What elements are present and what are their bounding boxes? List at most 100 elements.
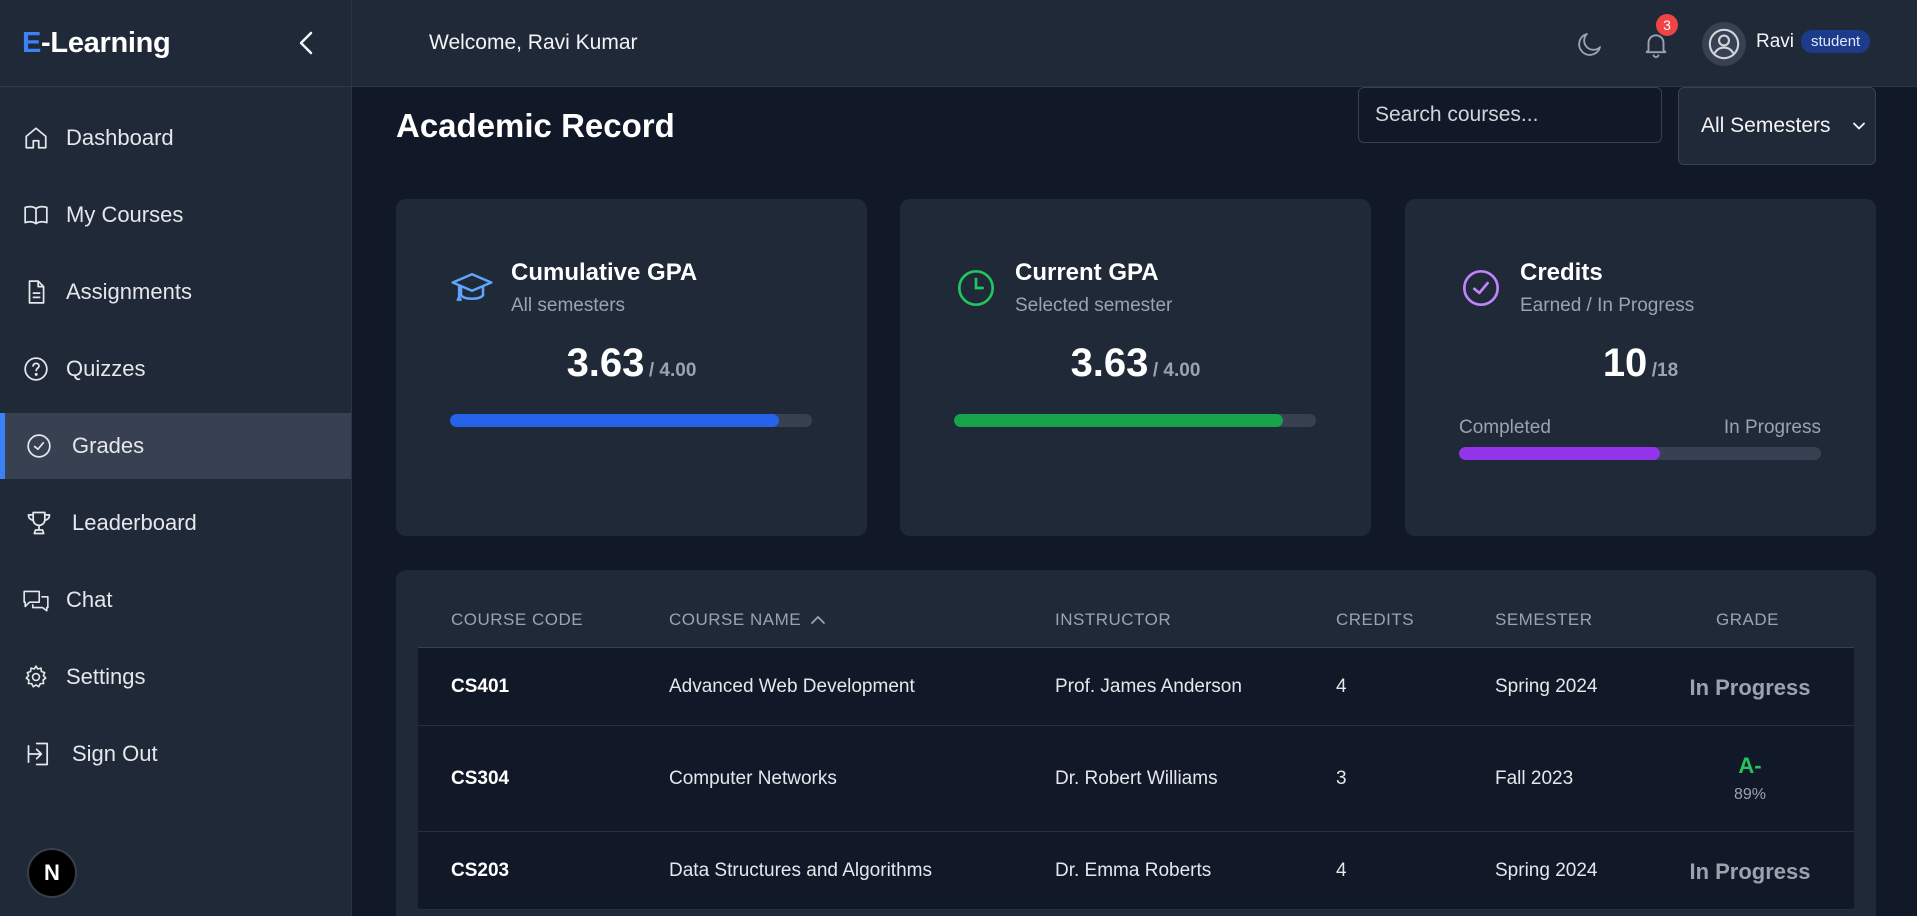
sidebar-item-grades[interactable]: Grades <box>0 413 351 479</box>
sign-out-icon <box>25 740 53 768</box>
credits-value: 10 /18 <box>1405 341 1876 386</box>
column-header-instructor[interactable]: INSTRUCTOR <box>1055 610 1171 630</box>
semester: Fall 2023 <box>1495 768 1574 789</box>
column-header-credits[interactable]: CREDITS <box>1336 610 1414 630</box>
gpa-progress-fill <box>954 414 1283 427</box>
semester-select[interactable]: All Semesters <box>1678 87 1876 165</box>
card-title: Current GPA <box>1015 259 1159 286</box>
table-row[interactable]: CS304 Computer Networks Dr. Robert Willi… <box>418 726 1854 832</box>
credits: 3 <box>1336 768 1347 789</box>
instructor: Prof. James Anderson <box>1055 676 1242 697</box>
chat-bubbles-icon <box>22 586 50 614</box>
role-badge: student <box>1801 30 1871 53</box>
gpa-progress-bar <box>450 414 812 427</box>
sidebar-item-label: Quizzes <box>66 356 146 381</box>
sidebar-item-settings[interactable]: Settings <box>0 644 351 710</box>
sidebar-item-label: Leaderboard <box>72 510 197 535</box>
sidebar-item-sign-out[interactable]: Sign Out <box>0 721 351 787</box>
sidebar-item-label: My Courses <box>66 202 184 227</box>
grades-table: COURSE CODE COURSE NAME INSTRUCTOR CREDI… <box>396 570 1876 916</box>
notifications-button[interactable]: 3 <box>1636 14 1678 64</box>
welcome-message: Welcome, Ravi Kumar <box>429 31 638 54</box>
credits-progress-fill <box>1459 447 1661 460</box>
sidebar-item-label: Chat <box>66 587 113 612</box>
credits-progress-bar <box>1459 447 1821 460</box>
gpa-number: 3.63 <box>566 341 645 385</box>
table-row[interactable]: CS401 Advanced Web Development Prof. Jam… <box>418 648 1854 726</box>
page-title: Academic Record <box>396 107 675 144</box>
grade-letter: A- <box>1738 753 1762 778</box>
moon-icon <box>1578 33 1601 56</box>
notification-count-badge: 3 <box>1656 14 1678 36</box>
sort-ascending-icon <box>811 616 825 624</box>
credits-number: 10 <box>1602 341 1648 385</box>
course-code: CS203 <box>451 860 510 881</box>
chevron-down-icon <box>1853 122 1865 130</box>
card-subtitle: Selected semester <box>1015 295 1173 316</box>
chevron-left-icon <box>299 31 313 55</box>
sidebar-item-leaderboard[interactable]: Leaderboard <box>0 490 351 556</box>
theme-toggle-button[interactable] <box>1570 24 1610 64</box>
sidebar-item-label: Grades <box>72 433 145 458</box>
brand-logo[interactable]: E-Learning <box>22 27 171 60</box>
user-name[interactable]: Ravi <box>1756 31 1794 53</box>
card-title: Credits <box>1520 259 1603 286</box>
card-subtitle: Earned / In Progress <box>1520 295 1695 316</box>
gpa-max: / 4.00 <box>648 360 697 381</box>
course-name: Advanced Web Development <box>669 676 915 697</box>
collapse-sidebar-button[interactable] <box>291 28 321 58</box>
table-header: COURSE CODE COURSE NAME INSTRUCTOR CREDI… <box>418 570 1854 648</box>
current-gpa-card: Current GPA Selected semester 3.63 / 4.0… <box>900 199 1371 536</box>
sidebar-item-quizzes[interactable]: Quizzes <box>0 336 351 402</box>
card-subtitle: All semesters <box>511 295 626 316</box>
column-header-grade[interactable]: GRADE <box>1716 610 1779 630</box>
sidebar-item-my-courses[interactable]: My Courses <box>0 182 351 248</box>
gpa-value: 3.63 / 4.00 <box>900 341 1371 386</box>
clock-icon <box>954 266 998 310</box>
course-code: CS304 <box>451 768 510 789</box>
grade-percent: 89% <box>1733 786 1767 803</box>
sidebar-item-dashboard[interactable]: Dashboard <box>0 105 351 171</box>
column-header-semester[interactable]: SEMESTER <box>1495 610 1593 630</box>
cumulative-gpa-card: Cumulative GPA All semesters 3.63 / 4.00 <box>396 199 867 536</box>
document-icon <box>22 278 50 306</box>
semester: Spring 2024 <box>1495 860 1598 881</box>
instructor: Dr. Robert Williams <box>1055 768 1218 789</box>
sidebar-item-label: Assignments <box>66 279 192 304</box>
question-circle-icon <box>22 355 50 383</box>
gpa-progress-fill <box>450 414 779 427</box>
course-name: Computer Networks <box>669 768 837 789</box>
column-header-label: COURSE NAME <box>669 610 802 629</box>
column-header-course-name[interactable]: COURSE NAME <box>669 610 827 630</box>
credits: 4 <box>1336 676 1347 697</box>
sidebar-item-chat[interactable]: Chat <box>0 567 351 633</box>
credits: 4 <box>1336 860 1347 881</box>
search-input[interactable] <box>1358 87 1662 143</box>
sidebar-item-label: Sign Out <box>72 741 158 766</box>
check-circle-icon <box>1459 266 1503 310</box>
top-bar: Welcome, Ravi Kumar 3 Ravi student <box>352 0 1917 87</box>
gpa-number: 3.63 <box>1070 341 1149 385</box>
column-header-course-code[interactable]: COURSE CODE <box>451 610 583 630</box>
sidebar: E-Learning Dashboard My Courses Assignme… <box>0 0 352 916</box>
user-circle-icon <box>1708 28 1740 60</box>
sidebar-item-label: Dashboard <box>66 125 174 150</box>
graduation-cap-icon <box>450 266 494 310</box>
completed-label: Completed <box>1459 417 1551 438</box>
sidebar-item-assignments[interactable]: Assignments <box>0 259 351 325</box>
table-row[interactable]: CS203 Data Structures and Algorithms Dr.… <box>418 832 1854 910</box>
credits-max: /18 <box>1651 360 1679 381</box>
grade-status: In Progress <box>1689 675 1811 700</box>
semester-select-value: All Semesters <box>1701 114 1831 137</box>
card-title: Cumulative GPA <box>511 259 698 286</box>
brand-bar: E-Learning <box>0 0 351 87</box>
grade-status: In Progress <box>1689 859 1811 884</box>
gpa-max: / 4.00 <box>1152 360 1201 381</box>
dev-tools-badge[interactable]: N <box>27 848 77 898</box>
sidebar-item-label: Settings <box>66 664 146 689</box>
gear-icon <box>22 663 50 691</box>
sidebar-nav: Dashboard My Courses Assignments Quizzes… <box>0 105 351 787</box>
avatar[interactable] <box>1702 22 1746 66</box>
in-progress-label: In Progress <box>1723 417 1821 438</box>
dev-tools-badge-label: N <box>44 860 60 885</box>
